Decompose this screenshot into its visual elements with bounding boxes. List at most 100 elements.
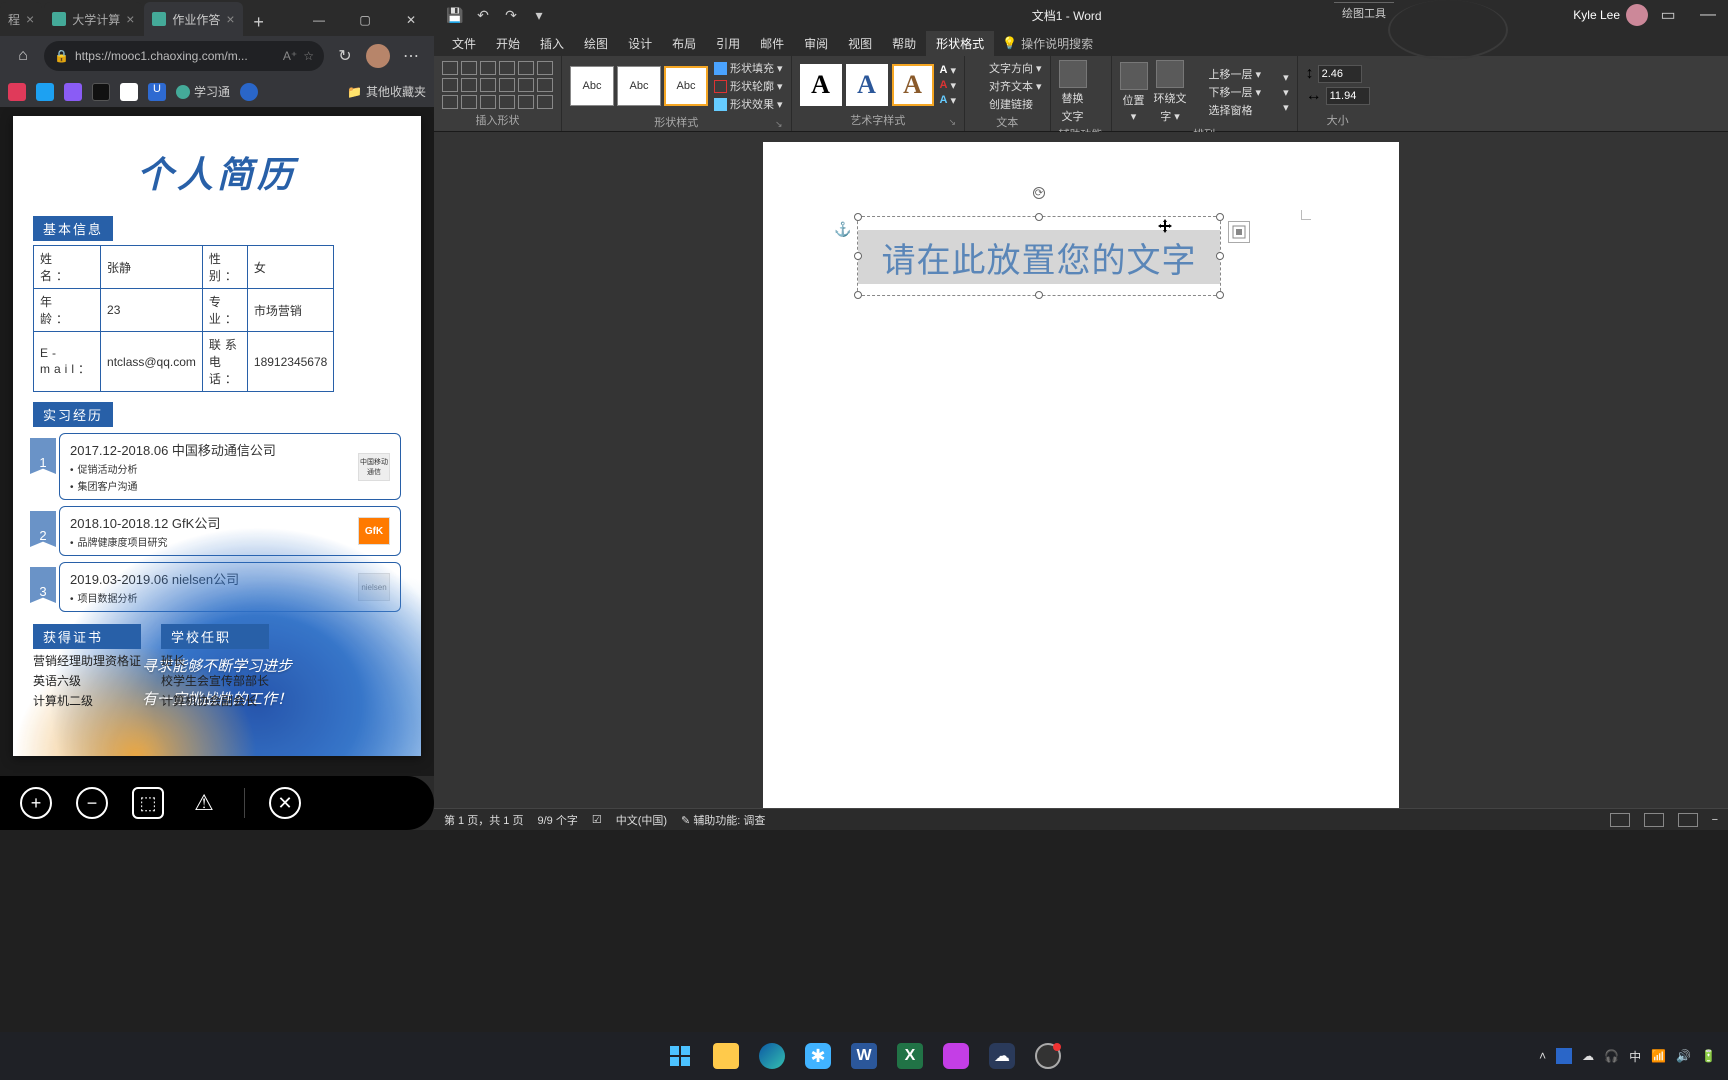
shape-icon[interactable] bbox=[537, 78, 553, 92]
start-button[interactable] bbox=[660, 1036, 700, 1076]
resize-handle[interactable] bbox=[1216, 291, 1224, 299]
wordart-style-icon[interactable]: A bbox=[800, 64, 842, 106]
shape-icon[interactable] bbox=[442, 95, 458, 109]
minimize-button[interactable]: — bbox=[296, 4, 342, 36]
text-effects-button[interactable]: A ▾ bbox=[940, 94, 956, 107]
shape-style-icon[interactable]: Abc bbox=[570, 66, 614, 106]
wrap-text-button[interactable]: 环绕文 字 ▾ bbox=[1154, 60, 1187, 124]
zoom-out-button[interactable]: − bbox=[76, 787, 108, 819]
shape-icon[interactable] bbox=[499, 61, 515, 75]
tray-icon[interactable] bbox=[1556, 1048, 1572, 1064]
home-icon[interactable]: ⌂ bbox=[8, 41, 38, 71]
obs-icon[interactable] bbox=[1028, 1036, 1068, 1076]
bookmark-link[interactable]: 学习通 bbox=[176, 83, 230, 100]
width-input[interactable] bbox=[1326, 87, 1370, 105]
ribbon-options-icon[interactable]: ▭ bbox=[1648, 1, 1688, 29]
shape-width-field[interactable]: ↔ bbox=[1306, 87, 1370, 105]
tab-help[interactable]: 帮助 bbox=[882, 31, 926, 56]
resize-handle[interactable] bbox=[854, 291, 862, 299]
qat-dropdown-icon[interactable]: ▾ bbox=[530, 6, 548, 24]
bookmark-icon[interactable] bbox=[36, 83, 54, 101]
close-icon[interactable]: × bbox=[26, 11, 34, 27]
send-backward-button[interactable]: 下移一层 ▾ bbox=[1193, 84, 1262, 100]
align-button[interactable]: ▾ bbox=[1267, 71, 1289, 84]
cloud-app-icon[interactable]: ☁ bbox=[982, 1036, 1022, 1076]
print-layout-icon[interactable] bbox=[1644, 813, 1664, 827]
close-button[interactable]: ✕ bbox=[388, 4, 434, 36]
excel-icon[interactable]: X bbox=[890, 1036, 930, 1076]
dialog-launcher-icon[interactable]: ↘ bbox=[775, 119, 783, 130]
shape-icon[interactable] bbox=[499, 78, 515, 92]
tab-view[interactable]: 视图 bbox=[838, 31, 882, 56]
spellcheck-icon[interactable]: ☑ bbox=[592, 813, 602, 826]
wordart-style-gallery[interactable]: A A A bbox=[800, 64, 934, 106]
resize-handle[interactable] bbox=[854, 213, 862, 221]
shape-style-icon[interactable]: Abc bbox=[617, 66, 661, 106]
browser-tab-active[interactable]: 作业作答 × bbox=[144, 2, 242, 36]
maximize-button[interactable]: ▢ bbox=[342, 4, 388, 36]
fit-button[interactable]: ⬚ bbox=[132, 787, 164, 819]
dialog-launcher-icon[interactable]: ↘ bbox=[948, 117, 956, 128]
close-icon[interactable]: × bbox=[226, 11, 234, 27]
rotate-handle[interactable]: ⟳ bbox=[1033, 187, 1045, 199]
minimize-button[interactable]: — bbox=[1688, 1, 1728, 29]
battery-icon[interactable]: 🔋 bbox=[1701, 1049, 1716, 1063]
text-fill-button[interactable]: A ▾ bbox=[940, 64, 956, 77]
height-input[interactable] bbox=[1318, 65, 1362, 83]
shape-icon[interactable] bbox=[499, 95, 515, 109]
resize-handle[interactable] bbox=[1216, 213, 1224, 221]
tray-icon[interactable]: ☁ bbox=[1582, 1049, 1594, 1063]
position-button[interactable]: 位置▾ bbox=[1120, 62, 1148, 123]
shape-style-icon[interactable]: Abc bbox=[664, 66, 708, 106]
tab-layout[interactable]: 布局 bbox=[662, 31, 706, 56]
shape-icon[interactable] bbox=[461, 95, 477, 109]
shape-icon[interactable] bbox=[518, 95, 534, 109]
shape-effects-button[interactable]: 形状效果 ▾ bbox=[714, 96, 783, 112]
bring-forward-button[interactable]: 上移一层 ▾ bbox=[1193, 66, 1262, 82]
reader-icon[interactable]: A⁺ bbox=[283, 49, 297, 63]
shape-icon[interactable] bbox=[518, 61, 534, 75]
wordart-style-icon[interactable]: A bbox=[892, 64, 934, 106]
bookmark-icon[interactable] bbox=[64, 83, 82, 101]
file-explorer-icon[interactable] bbox=[706, 1036, 746, 1076]
new-tab-button[interactable]: + bbox=[245, 8, 273, 36]
text-outline-button[interactable]: A ▾ bbox=[940, 79, 956, 92]
browser-tab[interactable]: 程 × bbox=[0, 2, 42, 36]
app-icon[interactable]: ✱ bbox=[798, 1036, 838, 1076]
close-icon[interactable]: × bbox=[126, 11, 134, 27]
wordart-placeholder-text[interactable]: 请在此放置您的文字 bbox=[858, 230, 1220, 284]
wifi-icon[interactable]: 📶 bbox=[1651, 1049, 1666, 1063]
more-icon[interactable]: ⋯ bbox=[396, 41, 426, 71]
volume-icon[interactable]: 🔊 bbox=[1676, 1049, 1691, 1063]
tell-me-search[interactable]: 💡 操作说明搜索 bbox=[1002, 35, 1093, 52]
browser-tab[interactable]: 大学计算 × bbox=[44, 2, 142, 36]
redo-icon[interactable]: ↷ bbox=[502, 6, 520, 24]
tab-review[interactable]: 审阅 bbox=[794, 31, 838, 56]
close-viewer-button[interactable]: ✕ bbox=[269, 787, 301, 819]
rotate-button[interactable]: ▾ bbox=[1267, 101, 1289, 114]
shape-icon[interactable] bbox=[480, 78, 496, 92]
bookmark-icon[interactable] bbox=[8, 83, 26, 101]
shape-style-gallery[interactable]: Abc Abc Abc bbox=[570, 66, 708, 106]
shape-icon[interactable] bbox=[461, 78, 477, 92]
group-button[interactable]: ▾ bbox=[1267, 86, 1289, 99]
read-mode-icon[interactable] bbox=[1610, 813, 1630, 827]
tab-design[interactable]: 设计 bbox=[618, 31, 662, 56]
other-favorites-folder[interactable]: 📁 其他收藏夹 bbox=[347, 83, 426, 100]
shape-outline-button[interactable]: 形状轮廓 ▾ bbox=[714, 78, 783, 94]
anchor-icon[interactable]: ⚓ bbox=[834, 221, 851, 238]
bookmark-icon[interactable] bbox=[92, 83, 110, 101]
ime-icon[interactable]: 中 bbox=[1629, 1048, 1641, 1065]
resize-handle[interactable] bbox=[1216, 252, 1224, 260]
wordart-textbox[interactable]: ⚓ ⟳ 请在此放置您的文字 bbox=[857, 216, 1221, 296]
refresh-icon[interactable]: ↻ bbox=[330, 41, 360, 71]
document-canvas[interactable]: ⚓ ⟳ 请在此放置您的文字 bbox=[434, 132, 1728, 808]
tab-references[interactable]: 引用 bbox=[706, 31, 750, 56]
word-icon[interactable]: W bbox=[844, 1036, 884, 1076]
profile-avatar[interactable] bbox=[366, 44, 390, 68]
undo-icon[interactable]: ↶ bbox=[474, 6, 492, 24]
zoom-in-button[interactable]: + bbox=[20, 787, 52, 819]
layout-options-icon[interactable] bbox=[1228, 221, 1250, 243]
text-direction-button[interactable]: 文字方向 ▾ bbox=[973, 60, 1042, 76]
warning-icon[interactable]: ⚠ bbox=[188, 787, 220, 819]
